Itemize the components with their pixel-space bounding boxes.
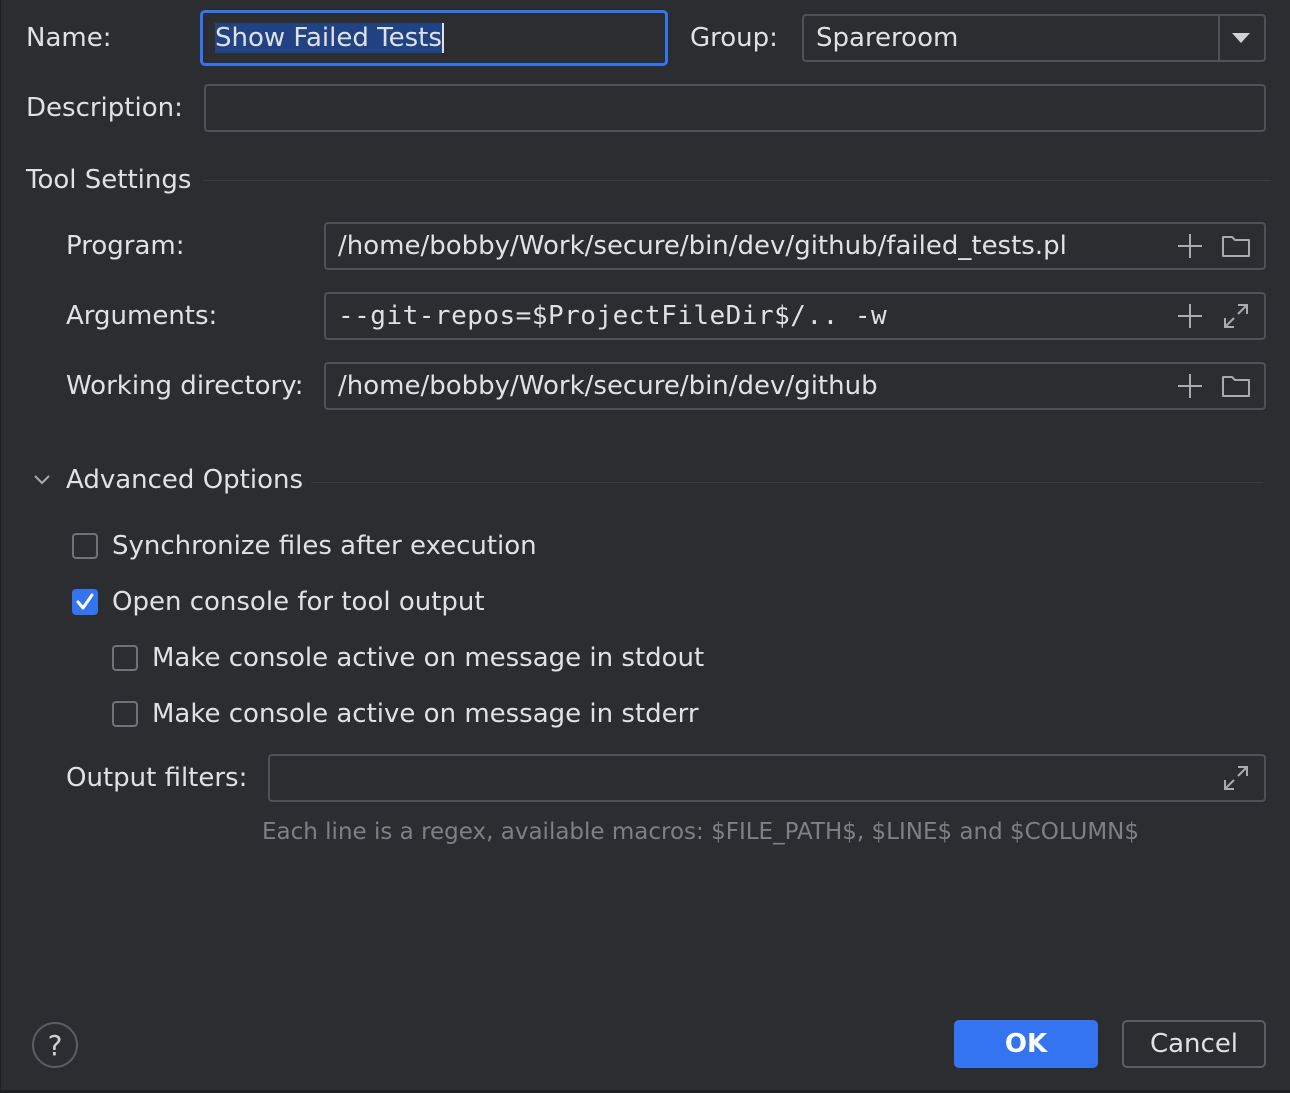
open-console-label[interactable]: Open console for tool output bbox=[112, 586, 485, 618]
output-filters-hint: Each line is a regex, available macros: … bbox=[262, 819, 1139, 845]
output-filters-label: Output filters: bbox=[66, 763, 248, 793]
output-filters-input[interactable] bbox=[268, 754, 1266, 802]
console-active-stderr-checkbox[interactable] bbox=[112, 701, 138, 727]
name-input[interactable]: Show Failed Tests bbox=[200, 10, 668, 66]
console-active-stdout-label[interactable]: Make console active on message in stdout bbox=[152, 642, 704, 674]
arguments-input[interactable]: --git-repos=$ProjectFileDir$/.. -w bbox=[324, 292, 1266, 340]
folder-icon[interactable] bbox=[1219, 229, 1253, 263]
ok-button[interactable]: OK bbox=[954, 1020, 1098, 1068]
name-label: Name: bbox=[26, 23, 112, 53]
chevron-down-icon[interactable] bbox=[1226, 23, 1256, 53]
console-active-stderr-label[interactable]: Make console active on message in stderr bbox=[152, 698, 699, 730]
name-input-value: Show Failed Tests bbox=[215, 23, 442, 53]
group-select-value: Spareroom bbox=[816, 23, 959, 53]
help-icon[interactable]: ? bbox=[32, 1022, 78, 1068]
expand-icon[interactable] bbox=[1219, 761, 1253, 795]
advanced-options-toggle[interactable]: Advanced Options bbox=[66, 464, 303, 496]
description-label: Description: bbox=[26, 93, 183, 123]
folder-icon[interactable] bbox=[1219, 369, 1253, 403]
description-input[interactable] bbox=[204, 84, 1266, 132]
console-active-stdout-checkbox[interactable] bbox=[112, 645, 138, 671]
group-select[interactable]: Spareroom bbox=[802, 14, 1266, 62]
open-console-checkbox[interactable] bbox=[72, 589, 98, 615]
sync-files-label[interactable]: Synchronize files after execution bbox=[112, 530, 537, 562]
working-directory-label: Working directory: bbox=[66, 371, 304, 401]
cancel-button[interactable]: Cancel bbox=[1122, 1020, 1266, 1068]
checkmark-icon bbox=[76, 593, 94, 610]
group-label: Group: bbox=[690, 23, 778, 53]
text-caret bbox=[441, 23, 444, 53]
advanced-options-divider bbox=[311, 482, 1263, 483]
sync-files-checkbox[interactable] bbox=[72, 533, 98, 559]
arguments-input-value: --git-repos=$ProjectFileDir$/.. -w bbox=[338, 301, 888, 331]
working-directory-input-value: /home/bobby/Work/secure/bin/dev/github bbox=[338, 371, 878, 401]
tool-settings-title: Tool Settings bbox=[26, 165, 192, 195]
plus-icon[interactable] bbox=[1173, 299, 1207, 333]
expand-icon[interactable] bbox=[1219, 299, 1253, 333]
external-tool-dialog: Name: Show Failed Tests Group: Spareroom… bbox=[0, 0, 1290, 1093]
plus-icon[interactable] bbox=[1173, 229, 1207, 263]
chevron-down-icon[interactable] bbox=[31, 466, 53, 494]
program-label: Program: bbox=[66, 231, 185, 261]
plus-icon[interactable] bbox=[1173, 369, 1207, 403]
arguments-label: Arguments: bbox=[66, 301, 218, 331]
select-divider bbox=[1218, 16, 1220, 60]
working-directory-input[interactable]: /home/bobby/Work/secure/bin/dev/github bbox=[324, 362, 1266, 410]
tool-settings-divider bbox=[203, 180, 1271, 181]
program-input[interactable]: /home/bobby/Work/secure/bin/dev/github/f… bbox=[324, 222, 1266, 270]
program-input-value: /home/bobby/Work/secure/bin/dev/github/f… bbox=[338, 231, 1067, 261]
